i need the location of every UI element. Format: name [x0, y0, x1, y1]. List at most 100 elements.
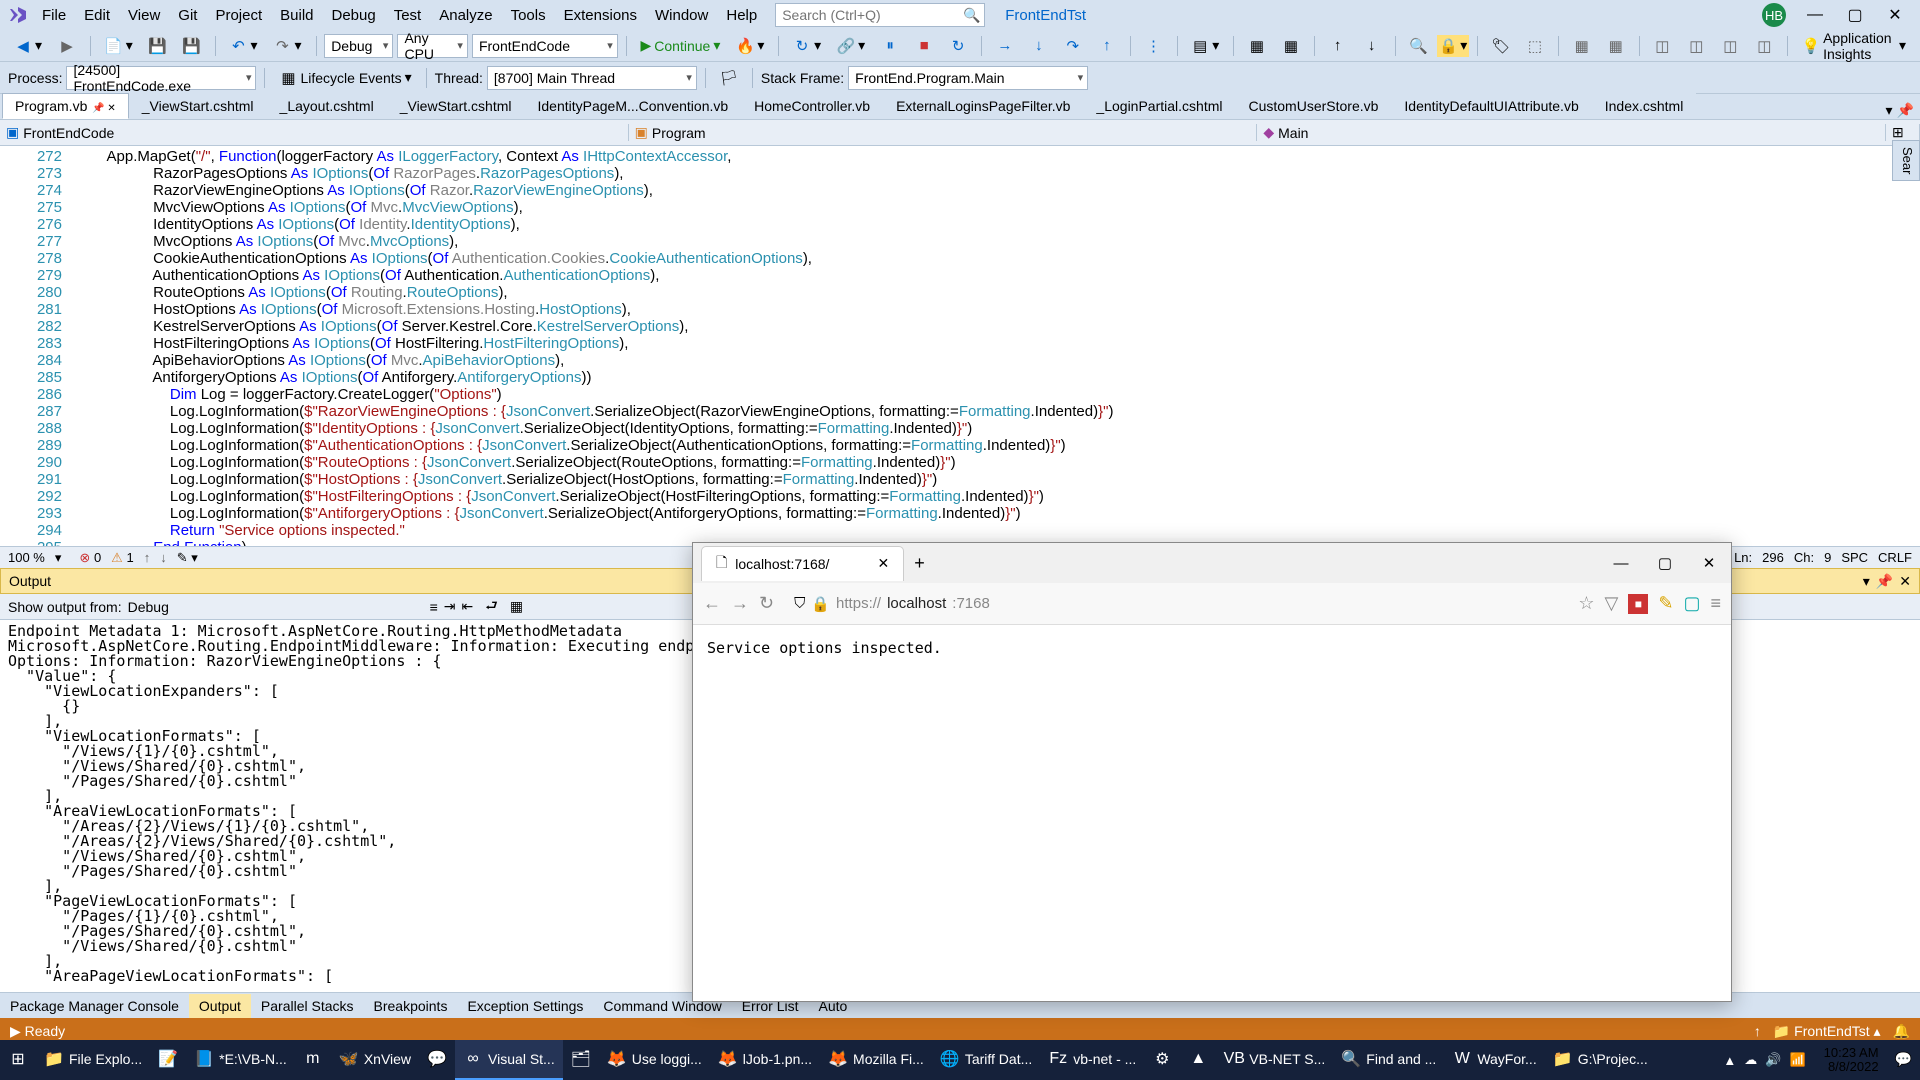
stackframe-combo[interactable]: FrontEnd.Program.Main	[848, 66, 1088, 90]
show-next-statement-button[interactable]: →	[990, 35, 1020, 57]
bookmark-star-icon[interactable]: ☆	[1578, 593, 1594, 614]
taskbar-item[interactable]: 💬	[419, 1040, 455, 1080]
url-bar[interactable]: ⛉ 🔒 https://localhost:7168	[784, 595, 1568, 613]
doc-tab[interactable]: _Layout.cshtml	[267, 93, 387, 119]
tab-pin-icon[interactable]: 📌	[1897, 102, 1914, 119]
menu-debug[interactable]: Debug	[324, 5, 384, 26]
menu-icon[interactable]: ≡	[1710, 593, 1721, 614]
line-ending[interactable]: CRLF	[1878, 550, 1912, 565]
output-outdent-icon[interactable]: ⇤	[462, 598, 474, 615]
notifications-button[interactable]: 💬	[1887, 1040, 1920, 1080]
save-button[interactable]: 💾	[143, 35, 173, 57]
menu-tools[interactable]: Tools	[503, 5, 554, 26]
new-tab-button[interactable]: +	[914, 553, 925, 574]
toggle2-button[interactable]: ▦	[1276, 35, 1306, 57]
search-tool-tab[interactable]: Sear	[1892, 140, 1920, 181]
output-toggle-icon[interactable]: ▦	[510, 598, 523, 615]
new-item-button[interactable]: 📄▾	[99, 35, 139, 57]
tray-icon[interactable]: ▲	[1723, 1053, 1736, 1068]
bottom-tab[interactable]: Exception Settings	[457, 994, 593, 1018]
clock[interactable]: 10:23 AM 8/8/2022	[1816, 1046, 1887, 1074]
forward-icon[interactable]: →	[731, 593, 749, 614]
zoom-level[interactable]: 100 %	[8, 550, 45, 565]
restore-button[interactable]: ▢	[1838, 3, 1872, 27]
status-solution[interactable]: 📁 FrontEndTst ▴	[1773, 1023, 1881, 1040]
bottom-tab[interactable]: Breakpoints	[364, 994, 458, 1018]
marker2-icon[interactable]: ◫	[1681, 35, 1711, 57]
doc-tab[interactable]: Program.vb 📌 ✕	[2, 93, 129, 119]
output-source-combo[interactable]: Debug	[128, 599, 418, 615]
find-button[interactable]: 🔍	[1403, 35, 1433, 57]
marker4-icon[interactable]: ◫	[1749, 35, 1779, 57]
doc-tab[interactable]: IdentityPageM...Convention.vb	[524, 93, 741, 119]
taskbar-item[interactable]: m	[295, 1040, 331, 1080]
tab-overflow-icon[interactable]: ▾	[1886, 102, 1893, 119]
taskbar-item[interactable]: Fzvb-net - ...	[1040, 1040, 1144, 1080]
menu-project[interactable]: Project	[207, 5, 270, 26]
step-out-button[interactable]: ↑	[1092, 35, 1122, 57]
lock-icon[interactable]: 🔒▾	[1437, 35, 1469, 57]
thread-combo[interactable]: [8700] Main Thread	[487, 66, 697, 90]
bottom-tab[interactable]: Package Manager Console	[0, 994, 189, 1018]
platform-combo[interactable]: Any CPU	[397, 34, 467, 58]
pocket-icon[interactable]: ▽	[1605, 593, 1619, 614]
down-arrow-button[interactable]: ↓	[1357, 35, 1387, 57]
doc-tab[interactable]: _ViewStart.cshtml	[387, 93, 525, 119]
output-close-icon[interactable]: ✕	[1899, 573, 1911, 590]
nav-scope-combo[interactable]: ▣ FrontEndCode	[0, 124, 629, 141]
bottom-tab[interactable]: Parallel Stacks	[251, 994, 364, 1018]
taskbar-item[interactable]: 🦋XnView	[331, 1040, 419, 1080]
menu-build[interactable]: Build	[272, 5, 321, 26]
taskbar-item[interactable]: 📘*E:\VB-N...	[186, 1040, 295, 1080]
toggle-button[interactable]: ▦	[1242, 35, 1272, 57]
browser-minimize-button[interactable]: —	[1599, 543, 1643, 583]
taskbar-item[interactable]: 📝	[150, 1040, 186, 1080]
menu-edit[interactable]: Edit	[76, 5, 118, 26]
output-dropdown-icon[interactable]: ▾	[1863, 573, 1870, 590]
lifecycle-events-button[interactable]: ▦ Lifecycle Events ▾	[273, 67, 417, 89]
system-tray[interactable]: ▲☁🔊📶	[1713, 1052, 1815, 1068]
taskbar-item[interactable]: 🔍Find and ...	[1333, 1040, 1444, 1080]
ext3-icon[interactable]: ▢	[1683, 593, 1700, 614]
menu-extensions[interactable]: Extensions	[556, 5, 645, 26]
flag-icon[interactable]: 🏳	[714, 67, 744, 89]
ext2-icon[interactable]: ✎	[1658, 593, 1673, 614]
browser-tab[interactable]: 🗋 localhost:7168/ ✕	[701, 546, 904, 581]
taskbar-item[interactable]: WWayFor...	[1444, 1040, 1544, 1080]
taskbar-item[interactable]: ⊞	[0, 1040, 36, 1080]
menu-file[interactable]: File	[34, 5, 74, 26]
undo-button[interactable]: ↶▾	[223, 35, 263, 57]
code-area[interactable]: App.MapGet("/", Function(loggerFactory A…	[70, 146, 1920, 546]
taskbar-item[interactable]: ⚙	[1144, 1040, 1180, 1080]
indent-mode[interactable]: SPC	[1841, 550, 1868, 565]
user-avatar[interactable]: HB	[1762, 3, 1786, 27]
continue-button[interactable]: ▶ Continue ▾	[635, 35, 727, 56]
taskbar-item[interactable]: 🌐Tariff Dat...	[932, 1040, 1040, 1080]
search-input[interactable]	[782, 7, 963, 23]
application-insights-button[interactable]: 💡 Application Insights ▾	[1796, 28, 1912, 64]
warnings-count[interactable]: 1	[126, 550, 133, 565]
taskbar-item[interactable]: 📁File Explo...	[36, 1040, 150, 1080]
menu-view[interactable]: View	[120, 5, 168, 26]
browser-link-button[interactable]: 🔗▾	[831, 35, 871, 57]
process-combo[interactable]: [24500] FrontEndCode.exe	[66, 66, 256, 90]
output-clear-icon[interactable]: ≡	[430, 599, 438, 615]
taskbar-item[interactable]: 🗂	[563, 1040, 599, 1080]
reload-icon[interactable]: ↻	[759, 593, 774, 614]
config-combo[interactable]: Debug	[324, 34, 393, 58]
taskbar-item[interactable]: VBVB-NET S...	[1216, 1040, 1333, 1080]
browser-close-button[interactable]: ✕	[1687, 543, 1731, 583]
output-indent-icon[interactable]: ⇥	[444, 598, 456, 615]
nav-split-button[interactable]: ⊞	[1886, 124, 1920, 141]
restart-button[interactable]: ↻▾	[787, 35, 827, 57]
comment-button[interactable]: ▤▾	[1185, 35, 1225, 57]
errors-count[interactable]: 0	[94, 550, 101, 565]
stop-button[interactable]: ■	[909, 35, 939, 57]
break-all-button[interactable]: ⏸	[875, 35, 905, 57]
nav-back-button[interactable]: ◀▾	[8, 35, 48, 57]
tray-icon[interactable]: 📶	[1789, 1052, 1805, 1068]
minimize-button[interactable]: —	[1798, 3, 1832, 27]
ext1-icon[interactable]: ■	[1628, 594, 1648, 614]
marker3-icon[interactable]: ◫	[1715, 35, 1745, 57]
doc-tab[interactable]: HomeController.vb	[741, 93, 883, 119]
